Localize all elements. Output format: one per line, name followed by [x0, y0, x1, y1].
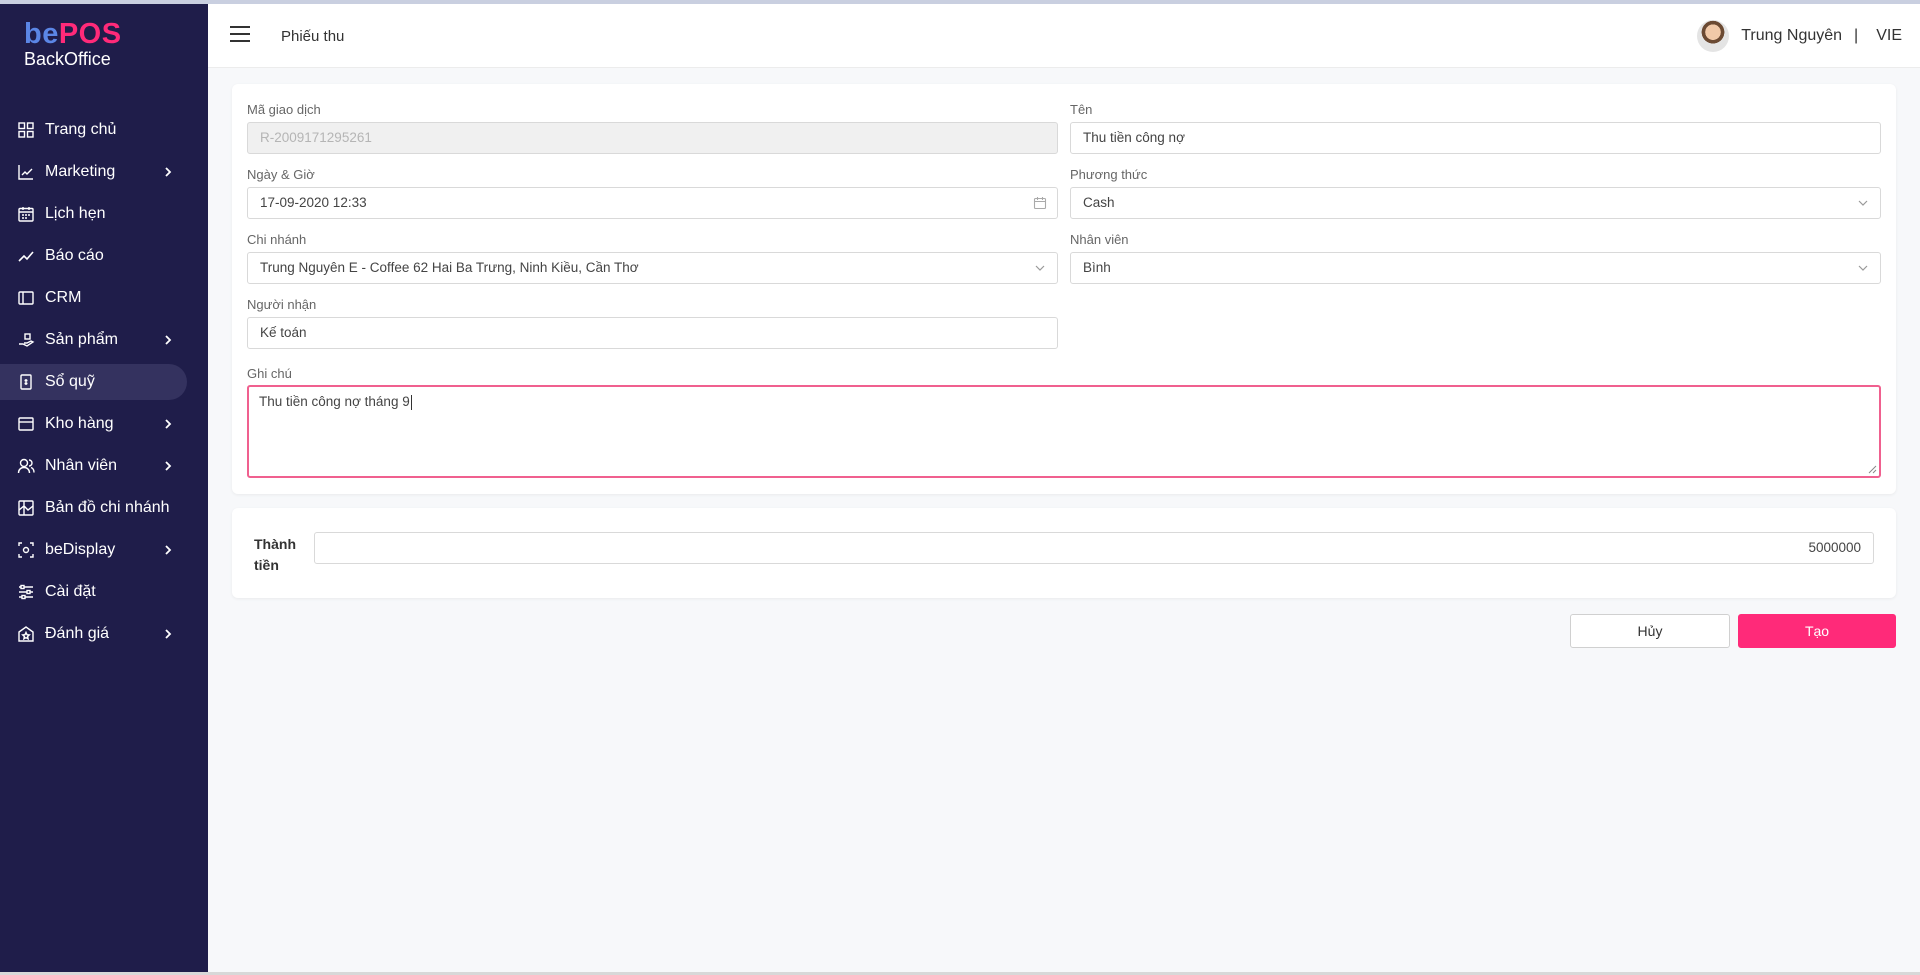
staff-value: Bình: [1083, 260, 1111, 275]
sidebar-item-products[interactable]: Sản phẩm: [0, 322, 208, 358]
branch-value: Trung Nguyên E - Coffee 62 Hai Ba Trưng,…: [260, 260, 639, 275]
total-card: Thành tiền 5000000: [232, 508, 1896, 598]
header-separator: |: [1854, 27, 1859, 44]
sidebar-item-marketing[interactable]: Marketing: [0, 154, 208, 190]
sidebar-item-reviews[interactable]: Đánh giá: [0, 616, 208, 652]
chevron-down-icon: [1858, 200, 1868, 206]
calendar-icon: [17, 205, 35, 223]
sidebar-item-label: Kho hàng: [45, 415, 114, 432]
chevron-right-icon: [165, 335, 172, 345]
datetime-value: 17-09-2020 12:33: [260, 195, 367, 210]
user-menu[interactable]: Trung Nguyên | VIE: [1697, 20, 1902, 52]
rating-icon: [17, 625, 35, 643]
logo-subtitle: BackOffice: [24, 49, 111, 69]
trend-icon: [17, 247, 35, 265]
sidebar-item-label: Cài đặt: [45, 583, 96, 600]
note-label: Ghi chú: [247, 366, 292, 381]
crm-icon: [17, 289, 35, 307]
chevron-right-icon: [165, 461, 172, 471]
staff-icon: [17, 457, 35, 475]
sidebar-item-label: Đánh giá: [45, 625, 110, 642]
language-switch[interactable]: VIE: [1876, 27, 1902, 45]
receiver-label: Người nhận: [247, 297, 317, 312]
sidebar-item-label: Lịch hẹn: [45, 205, 106, 222]
branch-select[interactable]: Trung Nguyên E - Coffee 62 Hai Ba Trưng,…: [247, 252, 1058, 284]
chevron-down-icon: [1035, 265, 1045, 271]
sidebar-item-reports[interactable]: Báo cáo: [0, 238, 208, 274]
note-textarea[interactable]: Thu tiền công nợ tháng 9: [247, 385, 1881, 478]
sidebar: bePOS BackOffice Trang chủ Marketing Lịc…: [0, 4, 208, 972]
logo-pos: POS: [58, 18, 122, 50]
receiver-input[interactable]: Kế toán: [247, 317, 1058, 349]
sidebar-item-label: Marketing: [45, 163, 116, 180]
branch-label: Chi nhánh: [247, 232, 307, 247]
app-logo[interactable]: bePOS BackOffice: [24, 18, 122, 70]
sidebar-item-cashbook[interactable]: Sổ quỹ: [0, 364, 187, 400]
sidebar-item-crm[interactable]: CRM: [0, 280, 208, 316]
page-title: Phiếu thu: [281, 28, 345, 45]
sidebar-item-label: Sổ quỹ: [45, 373, 95, 390]
transaction-id-field: R-2009171295261: [247, 122, 1058, 154]
sidebar-item-label: CRM: [45, 289, 82, 306]
map-icon: [17, 499, 35, 517]
name-label: Tên: [1070, 102, 1093, 117]
chart-icon: [17, 163, 35, 181]
transaction-id-label: Mã giao dịch: [247, 102, 321, 117]
datetime-label: Ngày & Giờ: [247, 167, 315, 182]
user-name[interactable]: Trung Nguyên: [1741, 27, 1842, 45]
total-input[interactable]: 5000000: [314, 532, 1874, 564]
sidebar-menu: Trang chủ Marketing Lịch hẹn Báo cáo CRM…: [0, 112, 208, 658]
method-select[interactable]: Cash: [1070, 187, 1881, 219]
staff-label: Nhân viên: [1070, 232, 1129, 247]
logo-be: be: [24, 18, 59, 50]
datetime-picker[interactable]: 17-09-2020 12:33: [247, 187, 1058, 219]
sidebar-item-home[interactable]: Trang chủ: [0, 112, 208, 148]
sidebar-item-bedisplay[interactable]: beDisplay: [0, 532, 208, 568]
display-icon: [17, 541, 35, 559]
receipt-form-card: Mã giao dịch R-2009171295261 Tên Thu tiề…: [232, 84, 1896, 494]
total-label: Thành tiền: [254, 536, 296, 573]
sidebar-item-settings[interactable]: Cài đặt: [0, 574, 208, 610]
method-value: Cash: [1083, 195, 1115, 210]
sidebar-item-staff[interactable]: Nhân viên: [0, 448, 208, 484]
chevron-right-icon: [165, 629, 172, 639]
product-icon: [17, 331, 35, 349]
name-input[interactable]: Thu tiền công nợ: [1070, 122, 1881, 154]
sidebar-item-label: Báo cáo: [45, 247, 104, 264]
avatar[interactable]: [1697, 20, 1730, 52]
warehouse-icon: [17, 415, 35, 433]
resize-handle-icon[interactable]: [1867, 464, 1877, 474]
top-header: Phiếu thu Trung Nguyên | VIE: [208, 4, 1920, 68]
chevron-right-icon: [165, 167, 172, 177]
settings-icon: [17, 583, 35, 601]
sidebar-item-label: Sản phẩm: [45, 331, 118, 348]
sidebar-item-label: Nhân viên: [45, 457, 118, 474]
sidebar-item-label: Trang chủ: [45, 121, 117, 138]
chevron-down-icon: [1858, 265, 1868, 271]
grid-icon: [17, 121, 35, 139]
sidebar-item-label: beDisplay: [45, 541, 116, 558]
sidebar-item-label: Bản đồ chi nhánh: [45, 499, 170, 516]
hamburger-menu-icon[interactable]: [230, 26, 250, 44]
sidebar-item-warehouse[interactable]: Kho hàng: [0, 406, 208, 442]
method-label: Phương thức: [1070, 167, 1148, 182]
cashbook-icon: [17, 373, 35, 391]
create-button[interactable]: Tạo: [1738, 614, 1896, 648]
sidebar-item-appointments[interactable]: Lịch hẹn: [0, 196, 208, 232]
chevron-right-icon: [165, 545, 172, 555]
chevron-right-icon: [165, 419, 172, 429]
calendar-icon: [1033, 197, 1047, 210]
staff-select[interactable]: Bình: [1070, 252, 1881, 284]
sidebar-item-branch-map[interactable]: Bản đồ chi nhánh: [0, 490, 208, 526]
text-caret: [410, 394, 412, 410]
note-value: Thu tiền công nợ tháng 9: [259, 394, 410, 409]
cancel-button[interactable]: Hủy: [1570, 614, 1730, 648]
